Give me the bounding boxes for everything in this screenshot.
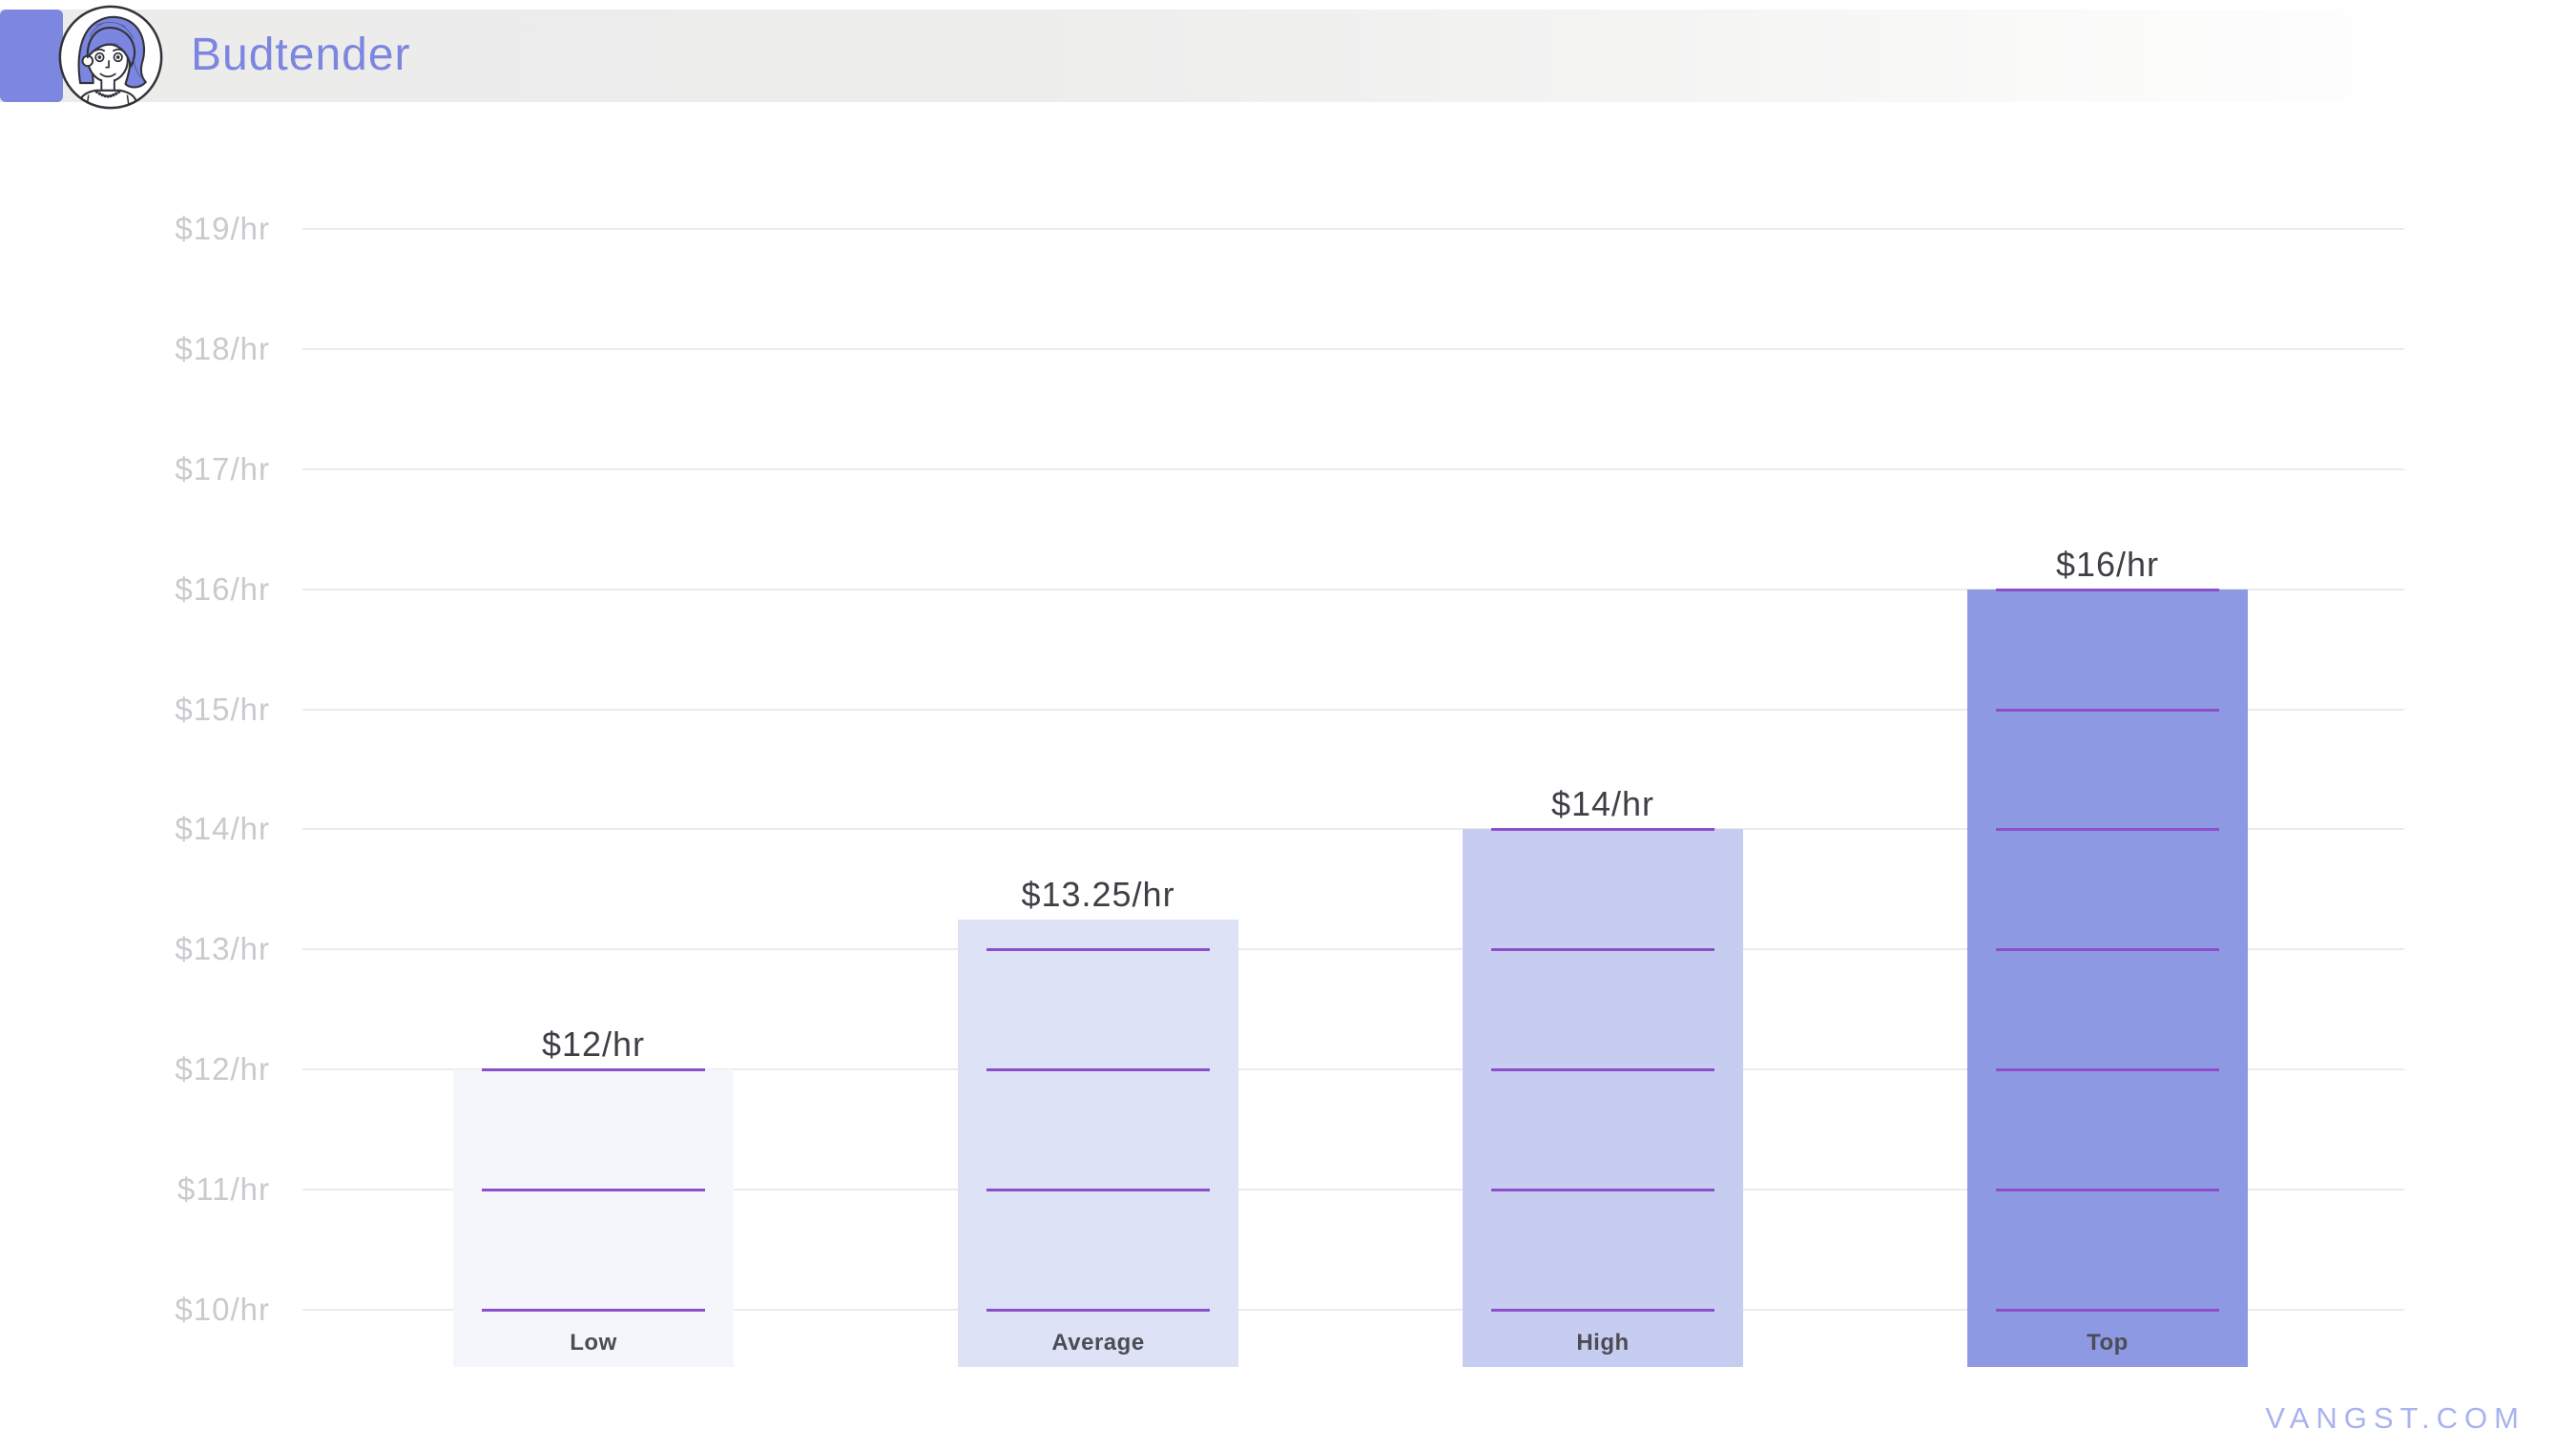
- wage-bar: [1967, 590, 2248, 1367]
- y-axis-tick-label: $18/hr: [95, 330, 270, 368]
- bar-value-label: $13.25/hr: [882, 874, 1315, 916]
- bar-category-label: High: [1463, 1329, 1743, 1357]
- bar-gridline-rule: [1491, 1189, 1714, 1191]
- bar-gridline-rule: [1491, 1309, 1714, 1312]
- bar-gridline-rule: [1491, 828, 1714, 831]
- y-axis-tick-label: $14/hr: [95, 810, 270, 848]
- bar-gridline-rule: [1996, 828, 2219, 831]
- bar-gridline-rule: [482, 1309, 705, 1312]
- bar-gridline-rule: [1996, 948, 2219, 951]
- y-axis-tick-label: $16/hr: [95, 570, 270, 609]
- bar-gridline-rule: [1491, 1068, 1714, 1071]
- bar-gridline-rule: [1996, 1068, 2219, 1071]
- footer-brand: VANGST.COM: [2265, 1400, 2525, 1437]
- y-axis-tick-label: $12/hr: [95, 1050, 270, 1088]
- bar-gridline-rule: [482, 1068, 705, 1071]
- y-axis-tick-label: $17/hr: [95, 450, 270, 488]
- y-axis-tick-label: $19/hr: [95, 210, 270, 248]
- wage-bar: [453, 1069, 734, 1367]
- bar-gridline-rule: [482, 1189, 705, 1191]
- bar-gridline-rule: [987, 1309, 1210, 1312]
- wage-bar: [1463, 829, 1743, 1367]
- y-gridline: [302, 468, 2404, 470]
- bar-category-label: Top: [1967, 1329, 2248, 1357]
- bar-gridline-rule: [1996, 709, 2219, 712]
- y-axis-tick-label: $13/hr: [95, 930, 270, 968]
- bar-gridline-rule: [987, 1189, 1210, 1191]
- y-axis-tick-label: $10/hr: [95, 1291, 270, 1329]
- wage-bar: [958, 920, 1238, 1367]
- y-gridline: [302, 228, 2404, 230]
- bar-gridline-rule: [1491, 948, 1714, 951]
- bar-gridline-rule: [987, 1068, 1210, 1071]
- y-gridline: [302, 348, 2404, 350]
- page: Budtender $19/hr$18/hr$17/hr$16/hr$15/hr…: [0, 0, 2576, 1449]
- bar-category-label: Average: [958, 1329, 1238, 1357]
- y-axis-tick-label: $11/hr: [95, 1170, 270, 1209]
- bar-gridline-rule: [1996, 589, 2219, 591]
- bar-category-label: Low: [453, 1329, 734, 1357]
- bar-value-label: $12/hr: [377, 1024, 810, 1066]
- bar-value-label: $16/hr: [1891, 544, 2324, 586]
- bar-value-label: $14/hr: [1386, 783, 1819, 825]
- bar-gridline-rule: [987, 948, 1210, 951]
- wage-bar-chart: $19/hr $18/hr $17/hr $16/hr $15/hr $14/hr $13/…: [0, 0, 2576, 1449]
- bar-gridline-rule: [1996, 1189, 2219, 1191]
- y-axis-tick-label: $15/hr: [95, 691, 270, 729]
- bar-gridline-rule: [1996, 1309, 2219, 1312]
